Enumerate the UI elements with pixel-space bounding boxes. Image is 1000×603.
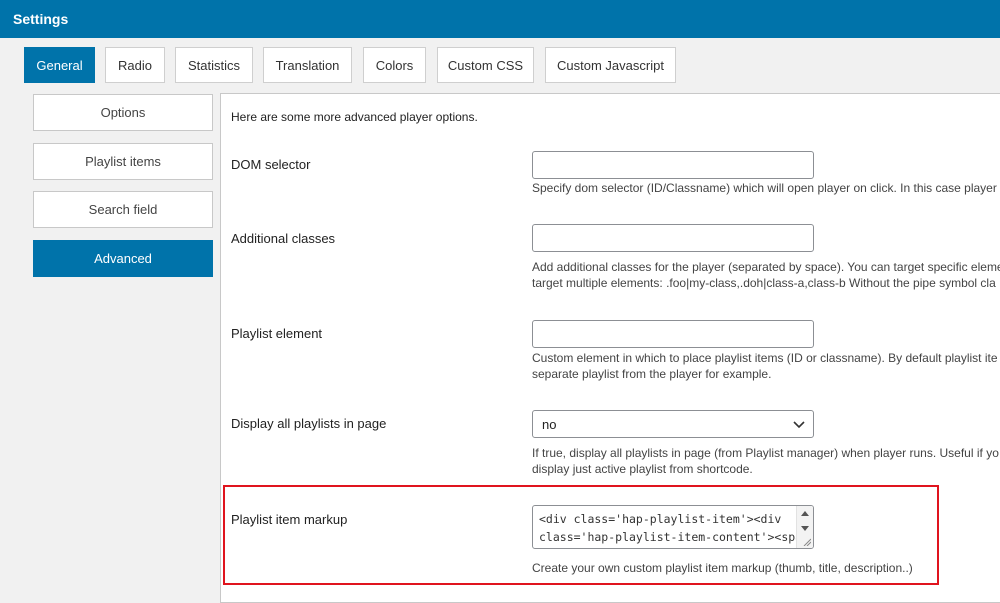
tab-radio[interactable]: Radio [105,47,165,83]
tab-general[interactable]: General [24,47,95,83]
dom-selector-input[interactable] [532,151,814,179]
playlist-item-markup-description: Create your own custom playlist item mar… [532,561,913,575]
playlist-element-label: Playlist element [231,326,323,341]
playlist-item-markup-content: <div class='hap-playlist-item'><div class… [539,510,810,546]
triangle-down-icon[interactable] [801,526,809,532]
playlist-element-input[interactable] [532,320,814,348]
additional-classes-input[interactable] [532,224,814,252]
display-all-playlists-select[interactable]: no [532,410,814,438]
tab-custom-javascript[interactable]: Custom Javascript [545,47,676,83]
page-title: Settings [13,11,69,27]
additional-classes-description-line2: target multiple elements: .foo|my-class,… [532,276,996,290]
playlist-element-description-line1: Custom element in which to place playlis… [532,351,998,365]
tab-translation[interactable]: Translation [263,47,352,83]
tab-statistics[interactable]: Statistics [175,47,253,83]
dom-selector-label: DOM selector [231,157,311,172]
subtab-playlist-items[interactable]: Playlist items [33,143,213,180]
display-all-playlists-description-line1: If true, display all playlists in page (… [532,446,999,460]
display-all-playlists-selected-value: no [542,417,557,432]
subtab-advanced[interactable]: Advanced [33,240,213,277]
playlist-element-description-line2: separate playlist from the player for ex… [532,367,772,381]
dom-selector-description: Specify dom selector (ID/Classname) whic… [532,181,997,195]
playlist-item-markup-textarea[interactable]: <div class='hap-playlist-item'><div class… [532,505,814,549]
panel-intro: Here are some more advanced player optio… [231,110,478,124]
markup-line-2: class='hap-playlist-item-content'><span [539,530,810,544]
markup-line-1: <div class='hap-playlist-item'><div [539,512,782,526]
chevron-down-icon [793,421,805,429]
display-all-playlists-label: Display all playlists in page [231,416,387,431]
playlist-item-markup-label: Playlist item markup [231,512,348,527]
subtab-search-field[interactable]: Search field [33,191,213,228]
tab-colors[interactable]: Colors [363,47,426,83]
resize-grip-icon[interactable] [803,538,811,546]
triangle-up-icon[interactable] [801,510,809,516]
settings-header: Settings [0,0,1000,38]
additional-classes-label: Additional classes [231,231,336,246]
subtab-options[interactable]: Options [33,94,213,131]
tab-custom-css[interactable]: Custom CSS [437,47,534,83]
display-all-playlists-description-line2: display just active playlist from shortc… [532,462,753,476]
additional-classes-description-line1: Add additional classes for the player (s… [532,260,1000,274]
